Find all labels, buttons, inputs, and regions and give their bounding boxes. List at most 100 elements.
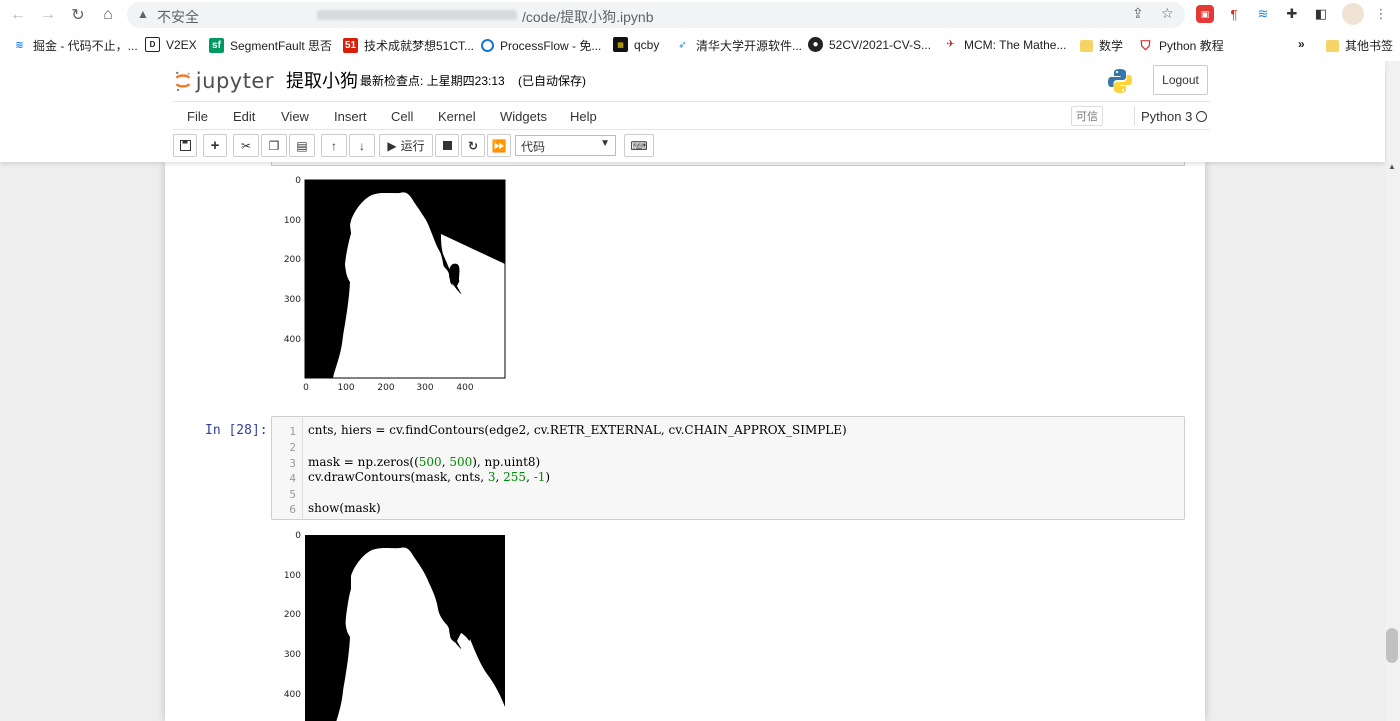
bookmark-item[interactable]: ● 52CV/2021-CV-S... bbox=[808, 37, 931, 52]
notebook-name[interactable]: 提取小狗 bbox=[286, 67, 358, 93]
bookmark-item[interactable]: sf SegmentFault 思否 bbox=[209, 37, 332, 54]
menu-view[interactable]: View bbox=[281, 109, 309, 124]
line-number: 4 bbox=[289, 472, 296, 485]
bookmark-label: 清华大学开源软件... bbox=[696, 39, 803, 53]
bookmark-label: 技术成就梦想51CT... bbox=[364, 39, 475, 53]
move-down-button[interactable]: ↓ bbox=[349, 134, 375, 157]
notebook-area: 0 100 200 300 400 0 100 200 300 400 In [… bbox=[0, 162, 1385, 721]
y-tick-label: 400 bbox=[284, 690, 301, 700]
paste-icon: ▤ bbox=[296, 138, 308, 153]
menu-file[interactable]: File bbox=[187, 109, 208, 124]
play-icon: ▶ bbox=[387, 138, 397, 153]
command-palette-button[interactable]: ⌨ bbox=[624, 134, 654, 157]
browser-chrome: ← → ↻ ⌂ ▲ 不安全 /code/提取小狗.ipynb ⇪ ☆ ▣ ¶ ≋… bbox=[0, 0, 1400, 61]
address-bar[interactable]: ▲ 不安全 /code/提取小狗.ipynb bbox=[127, 2, 1185, 28]
home-icon[interactable]: ⌂ bbox=[98, 4, 118, 26]
x-axis: 0 100 200 300 400 bbox=[303, 383, 474, 393]
menu-cell[interactable]: Cell bbox=[391, 109, 413, 124]
processflow-icon bbox=[481, 39, 494, 52]
paste-button[interactable]: ▤ bbox=[289, 134, 315, 157]
code-token: , bbox=[495, 470, 504, 484]
code-cell-editor[interactable]: 1 2 3 4 5 6 cnts, hiers = cv.findContour… bbox=[271, 416, 1185, 520]
extension-layers-icon[interactable]: ≋ bbox=[1254, 5, 1272, 23]
nav-buttons: ← → ↻ ⌂ bbox=[8, 4, 118, 26]
line-number: 1 bbox=[289, 425, 296, 438]
bookmark-item[interactable]: ≋ 掘金 - 代码不止，... bbox=[12, 37, 137, 54]
scrollbar-thumb[interactable] bbox=[1386, 628, 1398, 663]
previous-cell bbox=[271, 162, 1185, 166]
logout-button[interactable]: Logout bbox=[1153, 65, 1208, 95]
bookmark-item[interactable]: ProcessFlow - 免... bbox=[481, 37, 601, 54]
bookmark-label: SegmentFault 思否 bbox=[230, 39, 333, 53]
copy-icon: ❐ bbox=[268, 138, 280, 153]
copy-button[interactable]: ❐ bbox=[261, 134, 287, 157]
avatar[interactable] bbox=[1342, 3, 1364, 25]
menu-widgets[interactable]: Widgets bbox=[500, 109, 547, 124]
jupyter-logo[interactable]: jupyter bbox=[174, 67, 274, 95]
menu-help[interactable]: Help bbox=[570, 109, 597, 124]
star-icon[interactable]: ☆ bbox=[1161, 5, 1174, 22]
cell-type-value: 代码 bbox=[521, 140, 546, 154]
extension-paragraph-icon[interactable]: ¶ bbox=[1225, 5, 1243, 23]
autosave-status: (已自动保存) bbox=[518, 74, 586, 88]
insert-cell-button[interactable]: + bbox=[203, 134, 227, 157]
jupyter-header: jupyter 提取小狗 最新检查点: 上星期四23:13 (已自动保存) Lo… bbox=[0, 61, 1385, 162]
trusted-indicator[interactable]: 可信 bbox=[1071, 106, 1103, 126]
bookmark-item[interactable]: ✈ MCM: The Mathe... bbox=[943, 37, 1066, 52]
scrollbar-track[interactable] bbox=[1385, 61, 1400, 721]
x-tick-label: 100 bbox=[337, 383, 354, 393]
scroll-up-icon[interactable]: ▲ bbox=[1386, 162, 1398, 176]
fast-forward-icon: ⏩ bbox=[491, 138, 507, 153]
save-button[interactable] bbox=[173, 134, 197, 157]
back-icon[interactable]: ← bbox=[8, 4, 28, 26]
code-number: 500 bbox=[418, 455, 442, 469]
restart-button[interactable]: ↻ bbox=[461, 134, 485, 157]
mask-image-plot: 0 100 200 300 400 bbox=[284, 531, 505, 721]
output-plot-2: 0 100 200 300 400 bbox=[275, 529, 515, 721]
code-token: ), np.uint8) bbox=[472, 455, 541, 469]
menu-edit[interactable]: Edit bbox=[233, 109, 255, 124]
share-icon[interactable]: ⇪ bbox=[1132, 5, 1144, 22]
bookmark-label: qcby bbox=[634, 37, 660, 52]
bookmarks-overflow-button[interactable]: » bbox=[1298, 37, 1305, 51]
bookmark-label: 其他书签 bbox=[1345, 39, 1394, 53]
mask-image-plot: 0 100 200 300 400 0 100 200 300 400 bbox=[284, 176, 506, 393]
y-tick-label: 0 bbox=[295, 176, 301, 186]
restart-icon: ↻ bbox=[467, 138, 479, 153]
bookmark-item[interactable]: 51 技术成就梦想51CT... bbox=[343, 37, 474, 54]
run-label: 运行 bbox=[400, 139, 425, 153]
menu-kernel[interactable]: Kernel bbox=[438, 109, 476, 124]
y-tick-label: 100 bbox=[284, 571, 301, 581]
code-line-3: mask = np.zeros((500, 500), np.uint8) bbox=[308, 455, 540, 469]
line-number: 6 bbox=[289, 503, 296, 516]
bookmark-item[interactable]: 数学 bbox=[1080, 37, 1123, 54]
code-number: -1 bbox=[533, 470, 546, 484]
bookmark-item[interactable]: ▦ qcby bbox=[613, 37, 659, 52]
run-button[interactable]: ▶ 运行 bbox=[379, 134, 433, 157]
move-up-button[interactable]: ↑ bbox=[321, 134, 347, 157]
bookmark-item[interactable]: ⛉ Python 教程 bbox=[1138, 37, 1224, 54]
kernel-name[interactable]: Python 3 bbox=[1141, 109, 1192, 124]
stop-icon bbox=[442, 141, 452, 150]
restart-run-all-button[interactable]: ⏩ bbox=[487, 134, 511, 157]
bookmark-item[interactable]: ➶ 清华大学开源软件... bbox=[675, 37, 802, 54]
extension-red-icon[interactable]: ▣ bbox=[1196, 5, 1214, 23]
menu-insert[interactable]: Insert bbox=[334, 109, 367, 124]
bookmark-label: 数学 bbox=[1099, 39, 1124, 53]
interrupt-button[interactable] bbox=[435, 134, 459, 157]
reload-icon[interactable]: ↻ bbox=[68, 4, 88, 26]
redacted-host bbox=[317, 10, 517, 20]
arrow-down-icon: ↓ bbox=[359, 138, 365, 153]
x-tick-label: 300 bbox=[416, 383, 433, 393]
other-bookmarks[interactable]: 其他书签 bbox=[1326, 37, 1393, 54]
bookmark-label: Python 教程 bbox=[1159, 39, 1224, 53]
extensions-puzzle-icon[interactable]: ✚ bbox=[1283, 5, 1301, 23]
cell-type-select[interactable]: 代码 ▼ bbox=[515, 135, 616, 156]
cut-button[interactable]: ✂ bbox=[233, 134, 259, 157]
menu-kebab-icon[interactable]: ⋮ bbox=[1372, 5, 1390, 23]
forward-icon[interactable]: → bbox=[38, 4, 58, 26]
bookmark-item[interactable]: D V2EX bbox=[145, 37, 197, 52]
sidepanel-icon[interactable]: ◧ bbox=[1312, 5, 1330, 23]
input-prompt: In [28]: bbox=[205, 423, 268, 438]
y-tick-label: 100 bbox=[284, 216, 301, 226]
